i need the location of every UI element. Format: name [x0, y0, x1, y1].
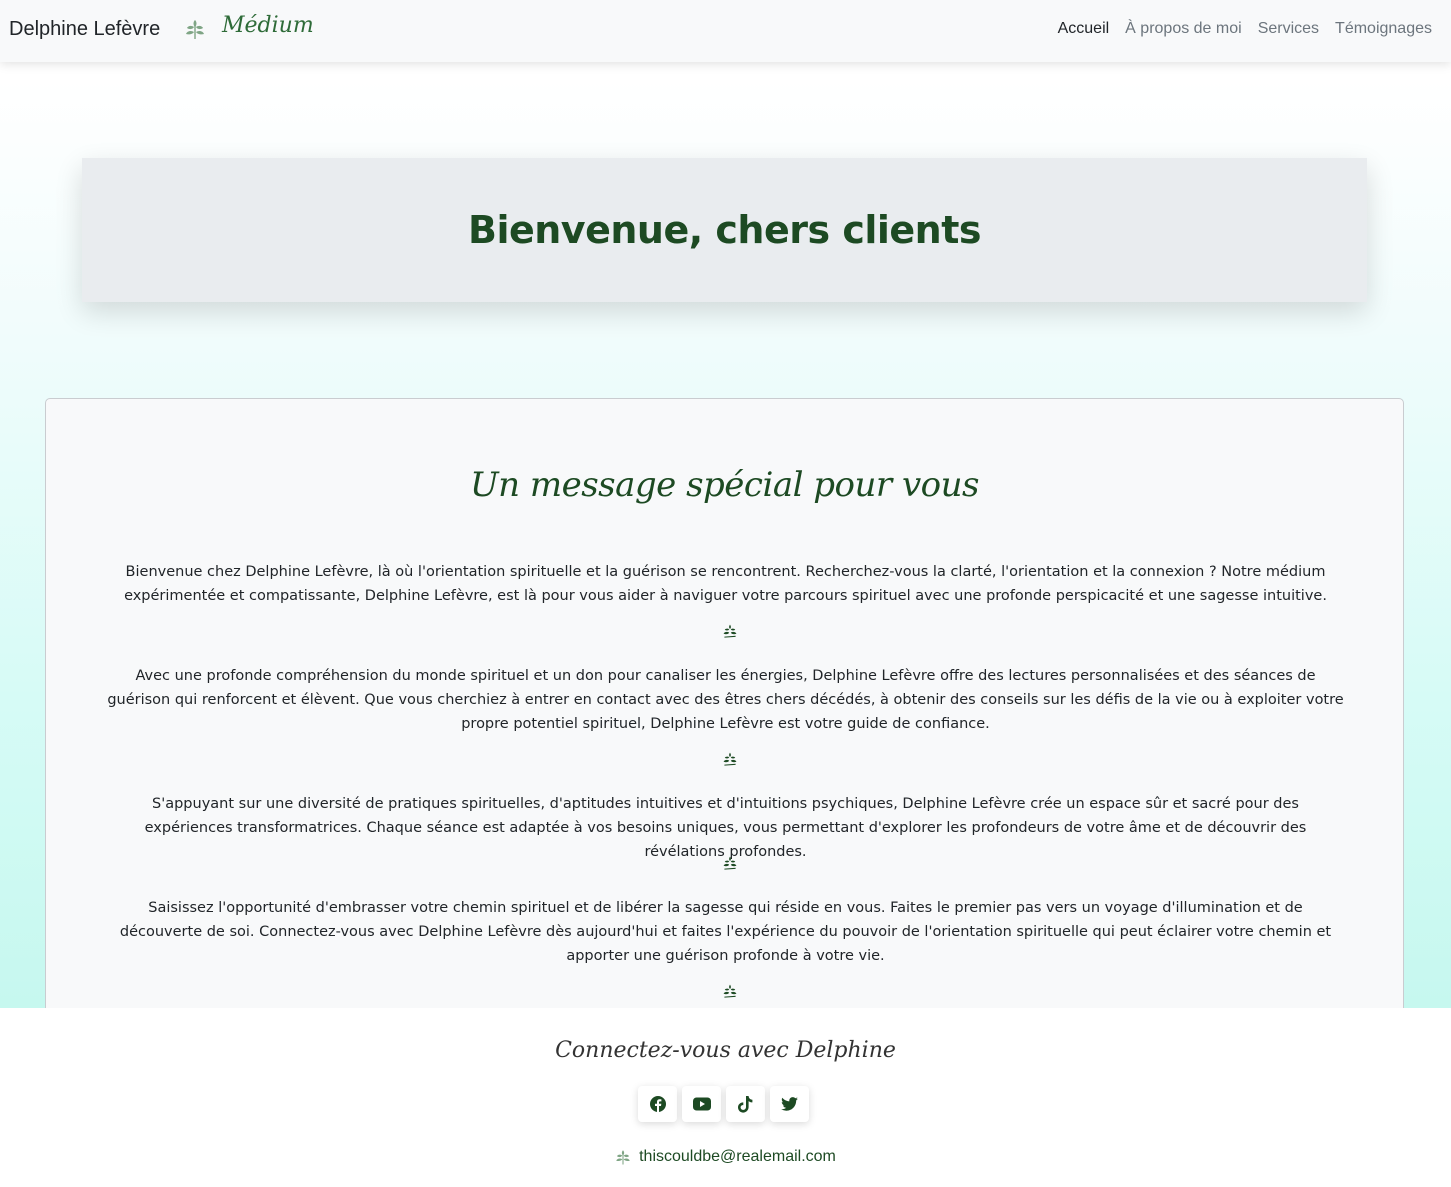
nav-link-accueil[interactable]: Accueil	[1058, 20, 1110, 38]
twitter-button[interactable]	[770, 1086, 809, 1122]
leaf-icon	[186, 20, 204, 39]
leaf-icon	[723, 624, 737, 638]
message-title: Un message spécial pour vous	[470, 465, 980, 505]
social-links	[638, 1086, 809, 1122]
nav-link-a-propos[interactable]: À propos de moi	[1125, 20, 1242, 38]
tiktok-icon	[738, 1095, 753, 1113]
hero-banner: Bienvenue, chers clients	[82, 158, 1367, 302]
message-paragraph-2: Avec une profonde compréhension du monde…	[107, 668, 1344, 732]
nav-link-temoignages[interactable]: Témoignages	[1335, 20, 1432, 38]
message-paragraph-1: Bienvenue chez Delphine Lefèvre, là où l…	[124, 564, 1327, 604]
message-paragraph-3: S'appuyant sur une diversité de pratique…	[144, 796, 1307, 860]
leaf-icon	[723, 752, 737, 766]
leaf-icon	[616, 1150, 630, 1165]
facebook-icon	[649, 1096, 666, 1112]
footer: Connectez-vous avec Delphine thiscouldbe…	[0, 1008, 1451, 1187]
top-navbar: Delphine Lefèvre Médium Accueil À propos…	[0, 0, 1451, 62]
tiktok-button[interactable]	[726, 1086, 765, 1122]
message-paragraph-4: Saisissez l'opportunité d'embrasser votr…	[119, 900, 1332, 964]
leaf-icon	[723, 984, 737, 998]
nav-links: Accueil À propos de moi Services Témoign…	[1058, 20, 1432, 38]
nav-link-services[interactable]: Services	[1258, 20, 1319, 38]
email-row: thiscouldbe@realemail.com	[0, 1148, 1451, 1166]
youtube-button[interactable]	[682, 1086, 721, 1122]
twitter-icon	[781, 1097, 798, 1111]
youtube-icon	[692, 1097, 711, 1111]
email-link[interactable]: thiscouldbe@realemail.com	[639, 1148, 836, 1166]
footer-title: Connectez-vous avec Delphine	[555, 1038, 896, 1063]
message-card: Un message spécial pour vous Bienvenue c…	[45, 398, 1404, 1038]
hero-title: Bienvenue, chers clients	[467, 208, 982, 252]
facebook-button[interactable]	[638, 1086, 677, 1122]
leaf-icon	[723, 856, 737, 870]
brand-subtitle: Médium	[222, 13, 314, 38]
brand-link[interactable]: Delphine Lefèvre	[9, 18, 160, 41]
